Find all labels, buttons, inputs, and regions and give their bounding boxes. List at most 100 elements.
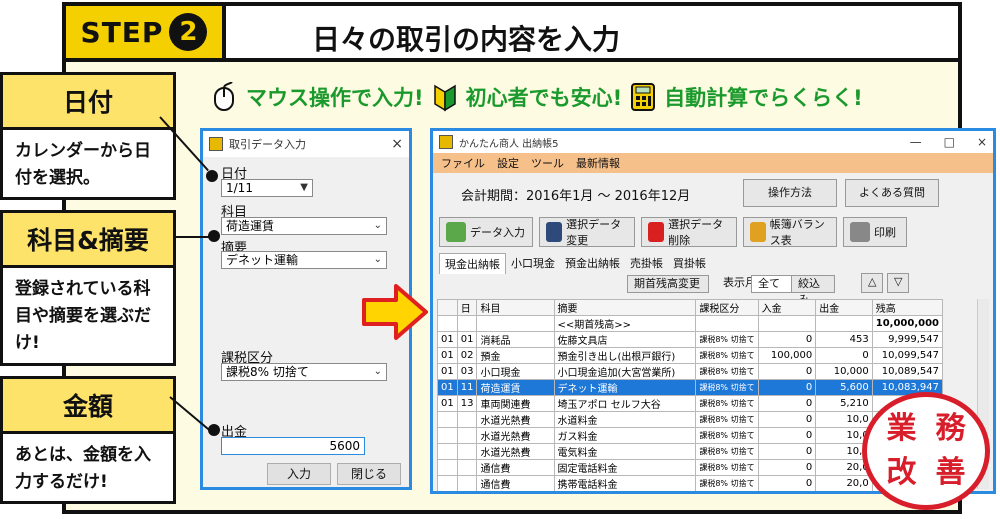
table-cell: ガス料金 [553,427,697,444]
window-controls: — □ × [910,135,987,149]
table-cell: 水道光熱費 [476,411,555,428]
menu-settings[interactable]: 設定 [497,155,519,171]
print-button[interactable]: 印刷 [843,217,907,247]
table-cell: 水道光熱費 [476,443,555,460]
tab-payables[interactable]: 買掛帳 [668,253,711,274]
balance-sheet-button[interactable]: 帳簿バランス表 [743,217,837,247]
table-cell: 水道光熱費 [476,427,555,444]
delete-selection-button[interactable]: 選択データ削除 [641,217,737,247]
table-cell: 通信費 [477,492,554,495]
column-header[interactable]: 残高 [871,299,944,316]
table-row[interactable]: 01 01 消耗品 佐藤文具店 課税8% 切捨て 0 453 9,999,547 [437,331,944,348]
menu-file[interactable]: ファイル [441,155,485,171]
table-cell: 預金引き出し(出根戸銀行) [553,347,697,364]
table-cell: 電気料金 [553,443,697,460]
tool-label: 選択データ削除 [668,218,724,247]
tab-deposit-book[interactable]: 預金出納帳 [560,253,625,274]
table-cell [437,443,458,460]
edit-selection-button[interactable]: 選択データ変更 [539,217,635,247]
table-cell: 課税8% 切捨て [695,395,759,412]
bar-chart-icon [750,222,766,242]
table-cell: 20,0 [815,475,873,491]
column-header[interactable] [437,299,458,316]
account-select[interactable]: 荷造運賃 ⌄ [221,217,387,235]
arrow-right-icon [362,284,428,340]
tool-label: データ入力 [470,226,525,239]
table-cell [757,315,817,332]
down-button[interactable]: ▽ [887,273,909,293]
table-cell [438,492,458,495]
table-row[interactable]: 通信費 携帯電話料金 課税8% 切捨て 0 20,0 [437,475,944,491]
table-cell: 01 [437,331,458,348]
filter-button[interactable]: 絞込み [791,275,835,306]
menu-tools[interactable]: ツール [531,155,564,171]
close-button[interactable]: 閉じる [337,463,401,485]
stamp-char: 業 [886,411,917,446]
table-cell: 0 [757,395,817,412]
close-icon[interactable]: × [977,135,987,149]
column-header[interactable]: 課税区分 [695,299,759,316]
table-cell [437,411,458,428]
tax-category-select[interactable]: 課税8% 切捨て ⌄ [221,363,387,381]
table-cell: 01 [437,379,458,396]
side-text: あとは、金額を入力するだけ! [15,445,151,492]
table-cell: 課税8% 切捨て [695,475,759,491]
delete-x-icon [648,222,665,242]
table-row[interactable]: 水道光熱費 水道料金 課税8% 切捨て 0 10,0 [437,411,944,428]
table-cell: 0 [757,331,817,348]
outgoing-input[interactable]: 5600 [221,437,365,455]
tab-petty-cash[interactable]: 小口現金 [506,253,560,274]
stamp-char: 改 [886,455,917,490]
chevron-down-icon[interactable]: ⌄ [374,364,382,380]
table-cell: 課税8% 切捨て [695,379,759,396]
table-row[interactable]: 01 13 車両関連費 埼玉アポロ セルフ大谷 課税8% 切捨て 0 5,210 [437,395,944,412]
app-logo-icon [209,137,223,151]
column-header[interactable]: 科目 [476,299,555,316]
table-cell: 車両関連費 [476,395,555,412]
table-row[interactable]: <<期首残高>> 10,000,000 [437,315,944,332]
tagline-beginner: 初心者でも安心! [465,86,623,110]
side-title: 金額 [3,379,173,434]
connector-dot [206,170,218,182]
table-row[interactable]: 01 02 預金 預金引き出し(出根戸銀行) 課税8% 切捨て 100,000 0 10,09… [437,347,944,364]
chevron-down-icon[interactable]: ▼ [300,180,308,196]
howto-button[interactable]: 操作方法 [743,179,837,207]
display-month-select[interactable]: 全て ⌄ [751,275,795,306]
table-cell [457,492,477,495]
chevron-down-icon[interactable]: ⌄ [374,218,382,234]
window-title: かんたん商人 出納帳5 [459,138,559,150]
opening-balance-button[interactable]: 期首残高変更 [627,275,709,293]
table-cell: 10,000,000 [871,315,944,332]
date-field[interactable]: 1/11 ▼ [221,179,313,197]
table-cell: 課税8% 切捨て [695,363,759,380]
stamp-char: 務 [935,411,966,446]
column-header[interactable]: 摘要 [553,299,697,316]
submit-button[interactable]: 入力 [267,463,331,485]
close-icon[interactable]: × [391,136,403,152]
column-header[interactable]: 出金 [815,299,873,316]
display-month-value: 全て [758,277,780,290]
table-row[interactable]: 01 03 小口現金 小口現金追加(大宮営業所) 課税8% 切捨て 0 10,000 10,0… [437,363,944,380]
table-cell: 佐藤文具店 [553,331,697,348]
table-cell: 10,0 [815,411,873,428]
minimize-icon[interactable]: — [910,135,922,149]
tagline: マウス操作で入力! 初心者でも安心! 自動計算でらくらく! [212,82,863,112]
table-row[interactable]: 01 11 荷造運賃 デネット運輸 課税8% 切捨て 0 5,600 10,083,947 [437,379,944,396]
table-cell: 02 [456,347,478,364]
table-cell: 5,210 [815,395,873,412]
table-row[interactable]: 通信費プロバイダー料金課税8% 切捨て010,0 [438,492,943,495]
maximize-icon[interactable]: □ [944,135,955,149]
chevron-down-icon[interactable]: ⌄ [374,252,382,268]
calculator-icon [631,83,656,111]
column-header[interactable]: 入金 [757,299,817,316]
table-cell [437,475,458,491]
menu-news[interactable]: 最新情報 [576,155,620,171]
column-header[interactable]: 日 [456,299,478,316]
faq-button[interactable]: よくある質問 [845,179,939,207]
tab-receivables[interactable]: 売掛帳 [625,253,668,274]
up-button[interactable]: △ [861,273,883,293]
tab-cash-book[interactable]: 現金出納帳 [439,253,506,274]
data-entry-button[interactable]: データ入力 [439,217,533,247]
table-cell: 100,000 [757,347,817,364]
description-select[interactable]: デネット運輸 ⌄ [221,251,387,269]
